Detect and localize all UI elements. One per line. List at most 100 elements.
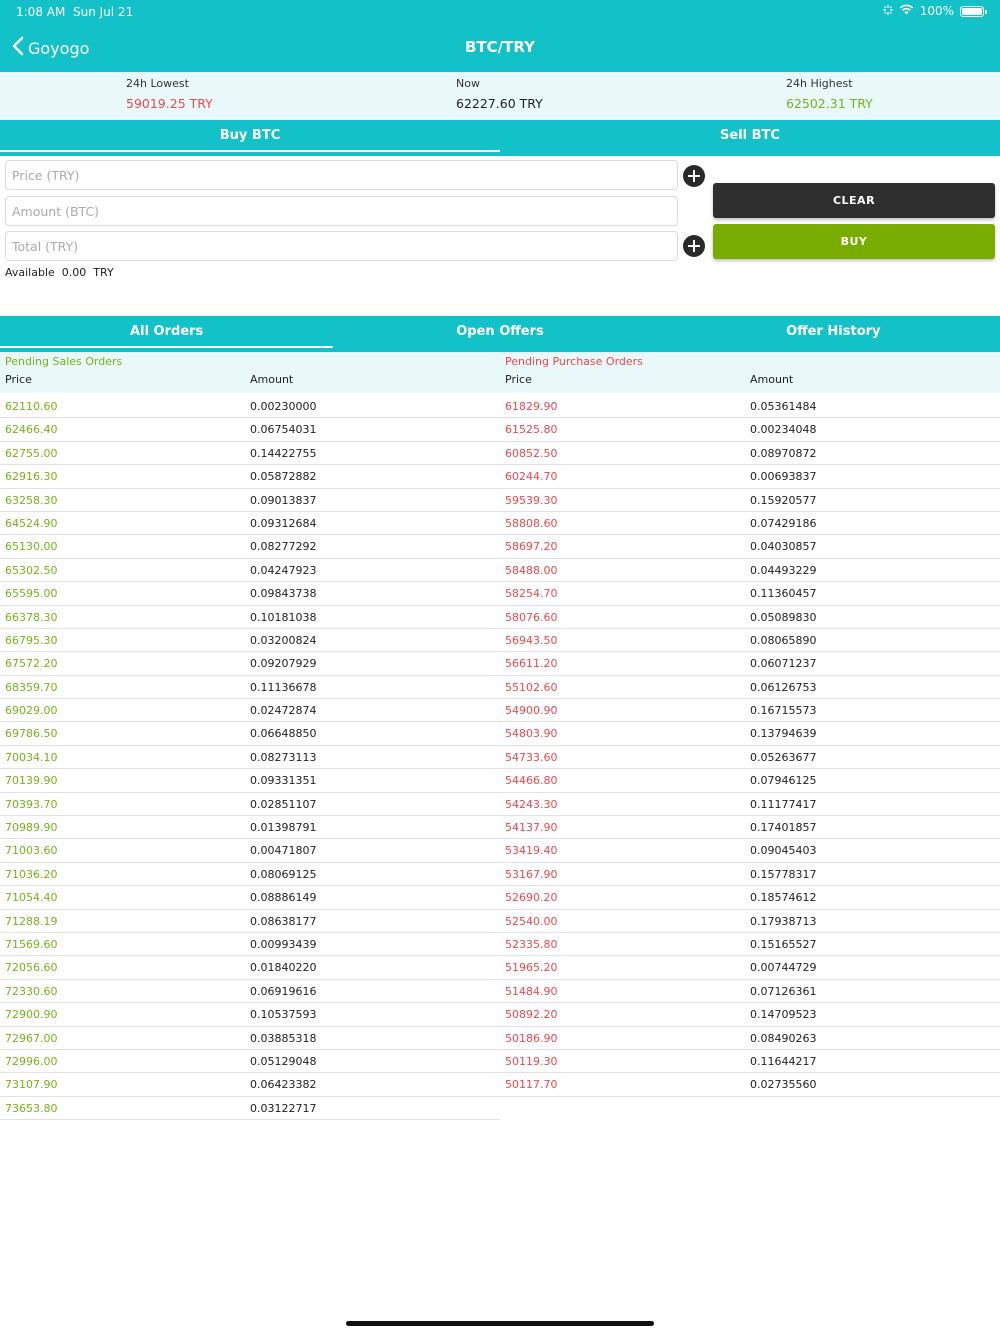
table-row[interactable]: 52540.00 0.17938713 (500, 910, 1000, 933)
table-row[interactable]: 64524.90 0.09312684 (0, 512, 500, 536)
table-row[interactable]: 59539.30 0.15920577 (500, 489, 1000, 512)
table-row[interactable]: 58808.60 0.07429186 (500, 512, 1000, 536)
table-row[interactable]: 65302.50 0.04247923 (0, 559, 500, 583)
table-row[interactable]: 65595.00 0.09843738 (0, 582, 500, 606)
order-amount: 0.08638177 (250, 914, 317, 928)
table-row[interactable]: 66378.30 0.10181038 (0, 606, 500, 629)
table-row[interactable]: 62755.00 0.14422755 (0, 442, 500, 466)
table-row[interactable]: 71003.60 0.00471807 (0, 839, 500, 863)
trade-tabs: Buy BTC Sell BTC (0, 120, 1000, 156)
table-row[interactable]: 58488.00 0.04493229 (500, 559, 1000, 583)
table-row[interactable]: 53167.90 0.15778317 (500, 863, 1000, 887)
order-price: 67572.20 (5, 657, 58, 671)
table-row[interactable]: 56943.50 0.08065890 (500, 629, 1000, 653)
tab-sell-btc[interactable]: Sell BTC (500, 120, 1000, 156)
table-row[interactable]: 58254.70 0.11360457 (500, 582, 1000, 606)
order-price: 53419.40 (505, 844, 558, 858)
table-row[interactable]: 72330.60 0.06919616 (0, 980, 500, 1004)
table-row[interactable]: 67572.20 0.09207929 (0, 652, 500, 676)
order-amount: 0.07429186 (750, 516, 817, 530)
table-row[interactable]: 70139.90 0.09331351 (0, 769, 500, 793)
table-row[interactable]: 61525.80 0.00234048 (500, 418, 1000, 442)
order-price: 58697.20 (505, 540, 558, 554)
available-label: Available (5, 266, 55, 279)
table-row[interactable]: 54803.90 0.13794639 (500, 722, 1000, 746)
table-row[interactable]: 71569.60 0.00993439 (0, 933, 500, 957)
table-row[interactable]: 55102.60 0.06126753 (500, 676, 1000, 700)
table-row[interactable]: 54466.80 0.07946125 (500, 769, 1000, 793)
buy-button[interactable]: BUY (713, 224, 995, 259)
order-price: 68359.70 (5, 680, 58, 694)
table-row[interactable]: 60244.70 0.00693837 (500, 465, 1000, 489)
table-row[interactable]: 56611.20 0.06071237 (500, 652, 1000, 676)
clear-button[interactable]: CLEAR (713, 183, 995, 218)
table-row[interactable]: 65130.00 0.08277292 (0, 535, 500, 559)
table-row[interactable]: 50892.20 0.14709523 (500, 1003, 1000, 1027)
order-amount: 0.00234048 (750, 423, 817, 437)
order-price: 65130.00 (5, 540, 58, 554)
table-row[interactable]: 52335.80 0.15165527 (500, 933, 1000, 957)
table-row[interactable]: 50117.70 0.02735560 (500, 1073, 1000, 1097)
table-row[interactable]: 54137.90 0.17401857 (500, 816, 1000, 840)
sales-orders-title: Pending Sales Orders (5, 355, 123, 368)
table-row[interactable]: 50119.30 0.11644217 (500, 1050, 1000, 1074)
price-plus-icon[interactable] (683, 165, 705, 187)
table-row[interactable]: 62110.60 0.00230000 (0, 395, 500, 419)
order-price: 72967.00 (5, 1031, 58, 1045)
tab-buy-btc[interactable]: Buy BTC (0, 120, 500, 156)
table-row[interactable]: 73653.80 0.03122717 (0, 1097, 500, 1121)
table-row[interactable]: 70989.90 0.01398791 (0, 816, 500, 840)
table-row[interactable]: 62466.40 0.06754031 (0, 418, 500, 442)
order-amount: 0.02735560 (750, 1078, 817, 1092)
total-input[interactable] (5, 231, 678, 261)
stat-highest: 24h Highest 62502.31 TRY (786, 77, 873, 111)
table-row[interactable]: 70393.70 0.02851107 (0, 793, 500, 817)
order-price: 69786.50 (5, 727, 58, 741)
sales-orders-list: 62110.60 0.00230000 62466.40 0.06754031 6275… (0, 395, 500, 1121)
tab-open-offers[interactable]: Open Offers (333, 316, 666, 352)
order-price: 58488.00 (505, 563, 558, 577)
table-row[interactable]: 60852.50 0.08970872 (500, 442, 1000, 466)
tab-all-orders[interactable]: All Orders (0, 316, 334, 352)
table-row[interactable]: 71036.20 0.08069125 (0, 863, 500, 887)
table-row[interactable]: 51965.20 0.00744729 (500, 956, 1000, 980)
table-row[interactable]: 68359.70 0.11136678 (0, 676, 500, 700)
table-row[interactable]: 53419.40 0.09045403 (500, 839, 1000, 863)
order-price: 72996.00 (5, 1054, 58, 1068)
table-row[interactable]: 54733.60 0.05263677 (500, 746, 1000, 770)
table-row[interactable]: 71288.19 0.08638177 (0, 910, 500, 933)
table-row[interactable]: 63258.30 0.09013837 (0, 489, 500, 512)
table-row[interactable]: 73107.90 0.06423382 (0, 1073, 500, 1097)
stat-highest-value: 62502.31 TRY (786, 96, 873, 111)
order-amount: 0.09312684 (250, 516, 317, 530)
order-price: 58254.70 (505, 587, 558, 601)
tab-offer-history[interactable]: Offer History (667, 316, 1000, 352)
table-row[interactable]: 70034.10 0.08273113 (0, 746, 500, 770)
table-row[interactable]: 58076.60 0.05089830 (500, 606, 1000, 629)
table-row[interactable]: 72967.00 0.03885318 (0, 1027, 500, 1050)
price-input[interactable] (5, 160, 678, 190)
table-row[interactable]: 72900.90 0.10537593 (0, 1003, 500, 1027)
table-row[interactable]: 54900.90 0.16715573 (500, 699, 1000, 723)
table-row[interactable]: 52690.20 0.18574612 (500, 886, 1000, 910)
table-row[interactable]: 69786.50 0.06648850 (0, 722, 500, 746)
order-price: 73107.90 (5, 1078, 58, 1092)
table-row[interactable]: 69029.00 0.02472874 (0, 699, 500, 723)
table-row[interactable]: 61829.90 0.05361484 (500, 395, 1000, 419)
order-amount: 0.08490263 (750, 1031, 817, 1045)
table-row[interactable]: 58697.20 0.04030857 (500, 535, 1000, 559)
table-row[interactable]: 66795.30 0.03200824 (0, 629, 500, 653)
total-plus-icon[interactable] (683, 235, 705, 257)
table-row[interactable]: 51484.90 0.07126361 (500, 980, 1000, 1004)
order-amount: 0.09045403 (750, 844, 817, 858)
amount-input[interactable] (5, 196, 678, 226)
table-row[interactable]: 72056.60 0.01840220 (0, 956, 500, 980)
order-amount: 0.08069125 (250, 867, 317, 881)
order-price: 51484.90 (505, 984, 558, 998)
table-row[interactable]: 50186.90 0.08490263 (500, 1027, 1000, 1050)
table-row[interactable]: 54243.30 0.11177417 (500, 793, 1000, 817)
table-row[interactable]: 71054.40 0.08886149 (0, 886, 500, 910)
table-row[interactable]: 62916.30 0.05872882 (0, 465, 500, 489)
stat-lowest-label: 24h Lowest (126, 77, 189, 90)
table-row[interactable]: 72996.00 0.05129048 (0, 1050, 500, 1074)
